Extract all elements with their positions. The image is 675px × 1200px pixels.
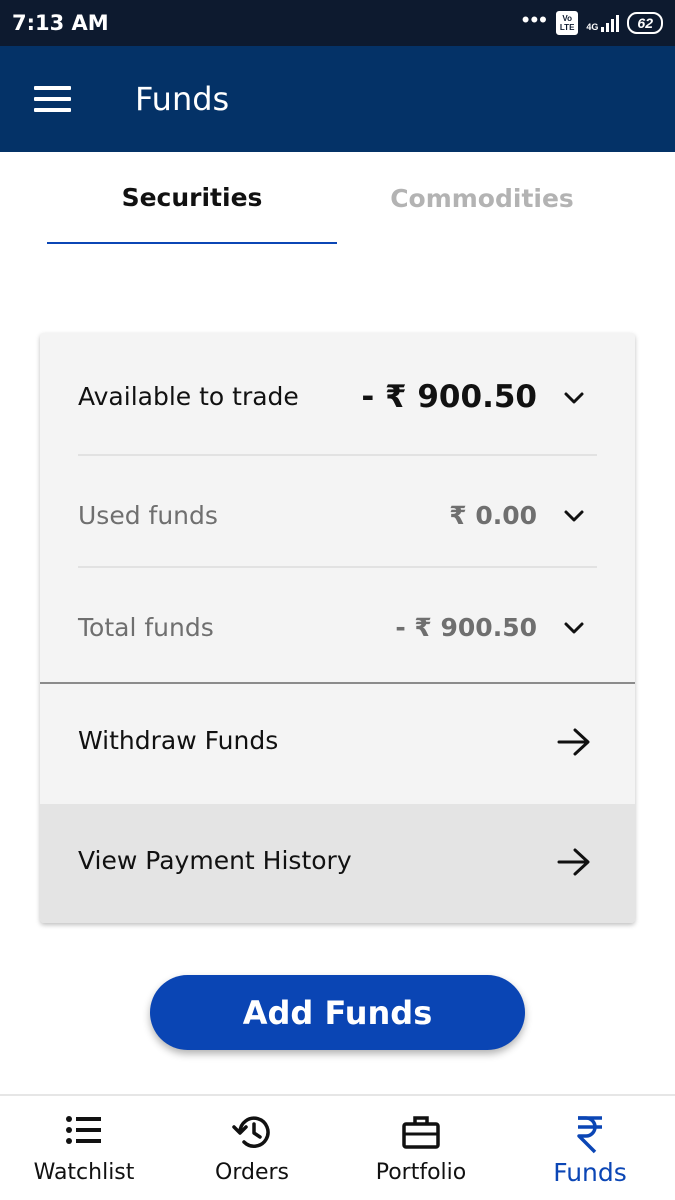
funds-card: Available to trade - ₹ 900.50 Used funds…	[40, 333, 635, 923]
volte-icon: Vo LTE	[555, 11, 579, 35]
available-to-trade-label: Available to trade	[78, 382, 299, 411]
battery-icon: 62	[627, 12, 663, 34]
status-bar: 7:13 AM ••• Vo LTE 4G 62	[0, 0, 675, 46]
total-funds-label: Total funds	[78, 613, 214, 642]
nav-label-funds: Funds	[553, 1158, 627, 1187]
signal-icon: 4G	[586, 14, 620, 32]
view-payment-history-link[interactable]: View Payment History	[40, 804, 635, 923]
bottom-nav: Watchlist Orders Portfolio Funds	[0, 1094, 675, 1200]
nav-item-portfolio[interactable]: Portfolio	[337, 1096, 505, 1200]
nav-label-orders: Orders	[215, 1160, 289, 1185]
withdraw-funds-label: Withdraw Funds	[78, 726, 279, 755]
more-dots-icon: •••	[521, 7, 548, 32]
add-funds-button[interactable]: Add Funds	[150, 975, 525, 1050]
app-bar: Funds	[0, 46, 675, 152]
arrow-right-icon	[557, 848, 590, 876]
nav-item-watchlist[interactable]: Watchlist	[0, 1096, 168, 1200]
used-funds-value: ₹ 0.00	[449, 501, 537, 530]
list-icon	[66, 1116, 101, 1144]
chevron-down-icon[interactable]	[563, 387, 585, 409]
used-funds-row[interactable]: Used funds ₹ 0.00	[40, 456, 635, 566]
available-to-trade-value: - ₹ 900.50	[361, 379, 537, 415]
withdraw-funds-link[interactable]: Withdraw Funds	[40, 684, 635, 804]
nav-item-orders[interactable]: Orders	[168, 1096, 336, 1200]
chevron-down-icon[interactable]	[563, 505, 585, 527]
nav-item-funds[interactable]: Funds	[506, 1096, 674, 1200]
network-type: 4G	[586, 22, 599, 32]
chevron-down-icon[interactable]	[563, 617, 585, 639]
history-icon	[232, 1116, 270, 1148]
arrow-right-icon	[557, 728, 590, 756]
used-funds-label: Used funds	[78, 501, 218, 530]
hamburger-menu-icon[interactable]	[34, 86, 71, 112]
rupee-icon	[577, 1116, 602, 1154]
total-funds-row[interactable]: Total funds - ₹ 900.50	[40, 568, 635, 682]
nav-label-watchlist: Watchlist	[33, 1160, 135, 1185]
briefcase-icon	[402, 1116, 440, 1149]
available-to-trade-row[interactable]: Available to trade - ₹ 900.50	[40, 333, 635, 455]
tab-commodities[interactable]: Commodities	[337, 152, 627, 244]
status-icons: ••• Vo LTE 4G 62	[521, 7, 663, 36]
page-title: Funds	[135, 80, 230, 118]
status-time: 7:13 AM	[12, 11, 109, 35]
nav-label-portfolio: Portfolio	[375, 1160, 467, 1185]
view-payment-history-label: View Payment History	[78, 846, 352, 875]
tab-securities[interactable]: Securities	[47, 152, 337, 244]
total-funds-value: - ₹ 900.50	[395, 613, 537, 642]
